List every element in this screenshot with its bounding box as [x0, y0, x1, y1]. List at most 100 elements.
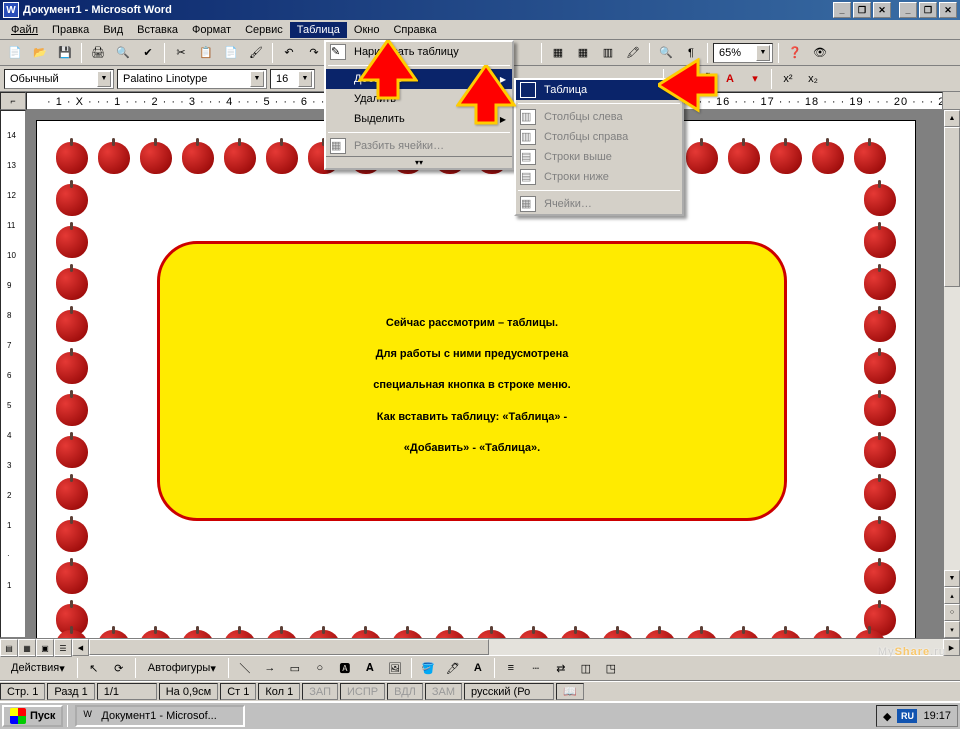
- size-value: 16: [273, 73, 298, 85]
- doc-restore-button[interactable]: ❐: [853, 2, 871, 18]
- print-view-icon[interactable]: ▣: [36, 639, 54, 657]
- next-page-icon[interactable]: ▾: [944, 621, 960, 638]
- redo-icon[interactable]: ↷: [303, 42, 325, 64]
- scroll-left-icon[interactable]: ◀: [72, 639, 89, 656]
- menu-help[interactable]: Справка: [386, 22, 443, 38]
- normal-view-icon[interactable]: ▤: [0, 639, 18, 657]
- ruler-corner[interactable]: ⌐: [0, 92, 26, 110]
- autoshapes-menu[interactable]: Автофигуры ▾: [141, 657, 223, 679]
- open-icon[interactable]: 📂: [29, 42, 51, 64]
- scroll-track[interactable]: [944, 127, 960, 570]
- language-indicator[interactable]: RU: [897, 709, 917, 723]
- menu-view[interactable]: Вид: [96, 22, 130, 38]
- preview-icon[interactable]: 🔍: [112, 42, 134, 64]
- tray-icon[interactable]: ◆: [883, 710, 891, 723]
- paste-icon[interactable]: 📄: [220, 42, 242, 64]
- excel-icon[interactable]: ▦: [572, 42, 594, 64]
- scroll-up-icon[interactable]: ▲: [944, 110, 960, 127]
- menu-tools[interactable]: Сервис: [238, 22, 290, 38]
- status-book-icon[interactable]: 📖: [556, 683, 584, 700]
- hscroll-thumb[interactable]: [89, 639, 489, 655]
- horizontal-scrollbar[interactable]: ▤ ▦ ▣ ☰ ◀ ▶: [0, 638, 960, 655]
- vertical-ruler[interactable]: 1413121110987654321·1: [0, 110, 26, 638]
- menu-window[interactable]: Окно: [347, 22, 387, 38]
- close-button[interactable]: ✕: [939, 2, 957, 18]
- subscript-icon[interactable]: x₂: [802, 68, 824, 90]
- text-color-icon[interactable]: A: [467, 657, 489, 679]
- clipart-icon[interactable]: 🖼: [384, 657, 406, 679]
- chevron-down-icon[interactable]: ▼: [756, 45, 770, 61]
- status-trk[interactable]: ИСПР: [340, 683, 385, 700]
- arrow-icon[interactable]: →: [259, 657, 281, 679]
- rotate-icon[interactable]: ⟳: [108, 657, 130, 679]
- line-style-icon[interactable]: ≡: [500, 657, 522, 679]
- menu-format[interactable]: Формат: [185, 22, 238, 38]
- menu-table[interactable]: Таблица: [290, 22, 347, 38]
- menu-item-split-cells: ▦ Разбить ячейки…: [326, 136, 512, 156]
- superscript-icon[interactable]: x²: [777, 68, 799, 90]
- drawing-icon[interactable]: 🖍: [622, 42, 644, 64]
- columns-icon[interactable]: ▥: [597, 42, 619, 64]
- line-icon[interactable]: ＼: [234, 657, 256, 679]
- undo-icon[interactable]: ↶: [278, 42, 300, 64]
- wordart-icon[interactable]: 𝐀: [359, 657, 381, 679]
- status-ovr[interactable]: ЗАМ: [425, 683, 462, 700]
- scroll-thumb[interactable]: [944, 127, 960, 287]
- font-color-dd-icon[interactable]: ▾: [744, 68, 766, 90]
- actions-menu[interactable]: Действия ▾: [4, 657, 72, 679]
- copy-icon[interactable]: 📋: [195, 42, 217, 64]
- new-doc-icon[interactable]: 📄: [4, 42, 26, 64]
- status-ext[interactable]: ВДЛ: [387, 683, 423, 700]
- select-arrow-icon[interactable]: ↖: [83, 657, 105, 679]
- arrow-style-icon[interactable]: ⇄: [550, 657, 572, 679]
- task-button-word[interactable]: W Документ1 - Microsof...: [75, 705, 245, 727]
- menu-file[interactable]: Файл: [4, 22, 45, 38]
- save-icon[interactable]: 💾: [54, 42, 76, 64]
- scroll-down-icon[interactable]: ▼: [944, 570, 960, 587]
- dash-style-icon[interactable]: ┄: [525, 657, 547, 679]
- rect-icon[interactable]: ▭: [284, 657, 306, 679]
- spellcheck-icon[interactable]: ✔: [137, 42, 159, 64]
- cut-icon[interactable]: ✂: [170, 42, 192, 64]
- help-icon[interactable]: ❓: [784, 42, 806, 64]
- hscroll-track[interactable]: [89, 639, 943, 655]
- document-scroll[interactable]: Сейчас рассмотрим – таблицы. Для работы …: [26, 110, 943, 638]
- print-icon[interactable]: 🖨: [87, 42, 109, 64]
- doc-close-button[interactable]: ✕: [873, 2, 891, 18]
- shadow-icon[interactable]: ◫: [575, 657, 597, 679]
- chevron-down-icon[interactable]: ▼: [97, 71, 111, 87]
- size-combo[interactable]: 16 ▼: [270, 69, 315, 89]
- watermark: MyShare.ru: [878, 634, 946, 662]
- fill-color-icon[interactable]: 🪣: [417, 657, 439, 679]
- browse-object-icon[interactable]: ○: [944, 604, 960, 621]
- style-combo[interactable]: Обычный ▼: [4, 69, 114, 89]
- doc-minimize-button[interactable]: _: [833, 2, 851, 18]
- menu-expand-chevron[interactable]: ▾▾: [326, 156, 512, 168]
- start-button[interactable]: Пуск: [2, 705, 63, 727]
- status-lang[interactable]: русский (Ро: [464, 683, 554, 700]
- maximize-button[interactable]: ❐: [919, 2, 937, 18]
- menu-edit[interactable]: Правка: [45, 22, 96, 38]
- font-combo[interactable]: Palatino Linotype ▼: [117, 69, 267, 89]
- minimize-button[interactable]: _: [899, 2, 917, 18]
- find-icon[interactable]: 👁: [809, 42, 831, 64]
- vertical-scrollbar[interactable]: ▲ ▼ ▴ ○ ▾: [943, 110, 960, 638]
- line-color-icon[interactable]: 🖊: [442, 657, 464, 679]
- table-insert-icon[interactable]: ▦: [547, 42, 569, 64]
- callout-bubble: Сейчас рассмотрим – таблицы. Для работы …: [157, 241, 787, 521]
- outline-view-icon[interactable]: ☰: [54, 639, 72, 657]
- menu-insert[interactable]: Вставка: [130, 22, 185, 38]
- font-color-icon[interactable]: A: [719, 68, 741, 90]
- chevron-down-icon[interactable]: ▼: [298, 71, 312, 87]
- 3d-icon[interactable]: ◳: [600, 657, 622, 679]
- oval-icon[interactable]: ○: [309, 657, 331, 679]
- status-at: На 0,9см: [159, 683, 218, 700]
- zoom-combo[interactable]: 65% ▼: [713, 43, 773, 63]
- chevron-down-icon[interactable]: ▼: [250, 71, 264, 87]
- prev-page-icon[interactable]: ▴: [944, 587, 960, 604]
- textbox-icon[interactable]: 🅰: [334, 657, 356, 679]
- format-painter-icon[interactable]: 🖌: [245, 42, 267, 64]
- menu-item-draw-table[interactable]: ✎ Нарисовать таблицу: [326, 42, 512, 62]
- status-rec[interactable]: ЗАП: [302, 683, 338, 700]
- web-view-icon[interactable]: ▦: [18, 639, 36, 657]
